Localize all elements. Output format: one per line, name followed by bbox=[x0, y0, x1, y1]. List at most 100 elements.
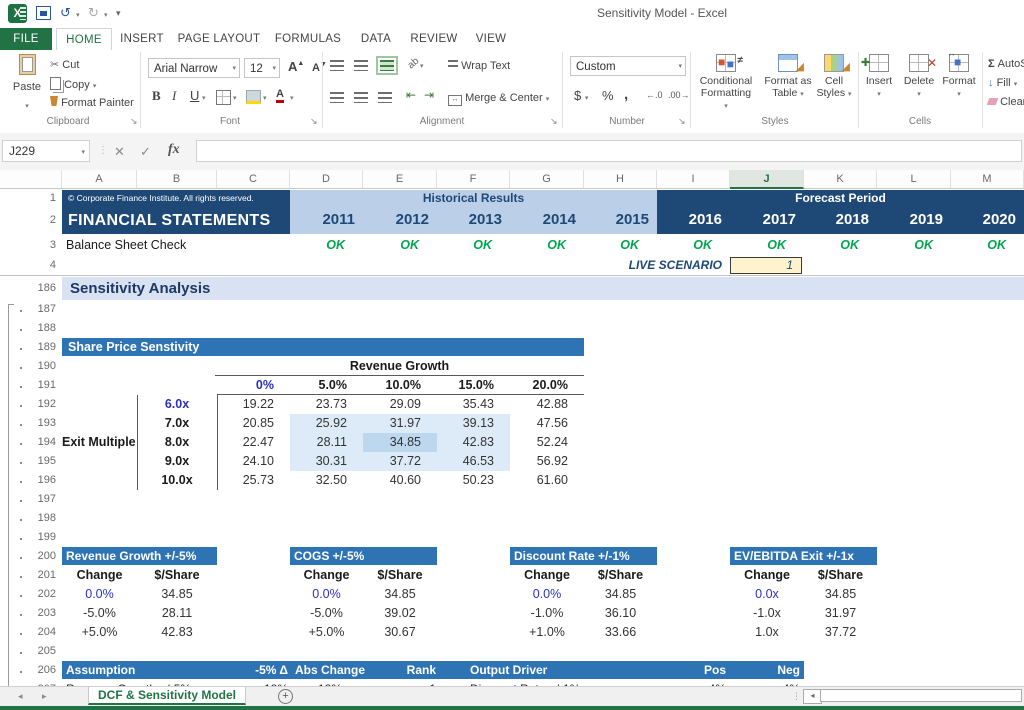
mini-cell[interactable]: 34.85 bbox=[363, 585, 437, 604]
row-header[interactable]: 187 bbox=[30, 300, 56, 319]
matrix-cell[interactable]: 42.88 bbox=[510, 395, 584, 414]
row-header[interactable]: 200 bbox=[30, 547, 56, 566]
insert-function-icon[interactable]: fx bbox=[168, 142, 180, 158]
cell-styles-button[interactable]: ◢ CellStyles ▾ bbox=[812, 54, 856, 101]
align-left-icon[interactable] bbox=[330, 92, 344, 103]
middle-align-icon[interactable] bbox=[354, 60, 368, 71]
balance-sheet-check-label[interactable]: Balance Sheet Check bbox=[66, 234, 286, 256]
column-header-i[interactable]: I bbox=[657, 170, 730, 189]
year-cell[interactable]: 2015 bbox=[584, 206, 657, 234]
row-header[interactable]: 189 bbox=[30, 338, 56, 357]
paste-button[interactable]: Paste▾ bbox=[8, 52, 46, 110]
ok-cell[interactable]: OK bbox=[657, 234, 730, 256]
clipboard-dialog-launcher-icon[interactable]: ↘ bbox=[130, 116, 138, 127]
mini-cell[interactable]: 30.67 bbox=[363, 623, 437, 642]
ok-cell[interactable]: OK bbox=[877, 234, 951, 256]
mini-cell[interactable]: -5.0% bbox=[62, 604, 137, 623]
number-dialog-launcher-icon[interactable]: ↘ bbox=[678, 116, 686, 127]
mini-cell[interactable]: 36.10 bbox=[584, 604, 657, 623]
qat-customize-icon[interactable]: ▾ bbox=[116, 8, 121, 19]
column-header-d[interactable]: D bbox=[290, 170, 363, 189]
mini-cell[interactable]: 0.0% bbox=[290, 585, 363, 604]
tab-data[interactable]: DATA bbox=[352, 28, 400, 50]
matrix-cell[interactable]: 50.23 bbox=[437, 471, 510, 490]
comma-format-icon[interactable]: , bbox=[624, 86, 628, 103]
matrix-cell-base-case[interactable]: 34.85 bbox=[363, 433, 437, 452]
italic-button[interactable]: I bbox=[172, 88, 176, 104]
mini-cell[interactable]: 34.85 bbox=[584, 585, 657, 604]
matrix-cell[interactable]: 23.73 bbox=[290, 395, 363, 414]
font-name-select[interactable]: Arial Narrow▾ bbox=[148, 58, 240, 78]
row-header[interactable]: 191 bbox=[30, 376, 56, 395]
matrix-cell[interactable]: 46.53 bbox=[437, 452, 510, 471]
year-cell[interactable]: 2018 bbox=[804, 206, 877, 234]
redo-icon[interactable]: ↻ bbox=[88, 5, 99, 21]
row-header[interactable]: 3 bbox=[30, 234, 56, 256]
mini-cell[interactable]: +5.0% bbox=[290, 623, 363, 642]
font-dialog-launcher-icon[interactable]: ↘ bbox=[310, 116, 318, 127]
decrease-indent-icon[interactable]: ⇤ bbox=[406, 88, 416, 102]
matrix-cell[interactable]: 30.31 bbox=[290, 452, 363, 471]
matrix-cell[interactable]: 52.24 bbox=[510, 433, 584, 452]
ok-cell[interactable]: OK bbox=[584, 234, 657, 256]
ok-cell[interactable]: OK bbox=[363, 234, 437, 256]
row-header-cell[interactable]: 6.0x bbox=[137, 395, 217, 414]
percent-format-icon[interactable]: % bbox=[602, 88, 614, 103]
grow-font-icon[interactable]: A▲ bbox=[288, 59, 304, 74]
year-cell[interactable]: 2013 bbox=[437, 206, 510, 234]
row-header[interactable]: 206 bbox=[30, 661, 56, 680]
matrix-cell[interactable]: 25.73 bbox=[217, 471, 290, 490]
col-header-cell[interactable]: 15.0% bbox=[437, 376, 510, 395]
mini-cell[interactable]: 0.0% bbox=[510, 585, 584, 604]
format-painter-button[interactable]: Format Painter bbox=[50, 96, 134, 109]
column-header-g[interactable]: G bbox=[510, 170, 584, 189]
row-header[interactable]: 196 bbox=[30, 471, 56, 490]
decrease-decimal-icon[interactable]: .00→ bbox=[668, 90, 690, 100]
copy-button[interactable]: Copy ▾ bbox=[50, 77, 96, 91]
alignment-dialog-launcher-icon[interactable]: ↘ bbox=[550, 116, 558, 127]
row-header-cell[interactable]: 10.0x bbox=[137, 471, 217, 490]
row-header[interactable]: 195 bbox=[30, 452, 56, 471]
column-header-k[interactable]: K bbox=[804, 170, 877, 189]
ok-cell[interactable]: OK bbox=[437, 234, 510, 256]
ok-cell[interactable]: OK bbox=[951, 234, 1024, 256]
cancel-icon[interactable]: ✕ bbox=[114, 144, 125, 160]
tab-formulas[interactable]: FORMULAS bbox=[270, 28, 346, 50]
matrix-cell[interactable]: 37.72 bbox=[363, 452, 437, 471]
row-header[interactable]: 186 bbox=[30, 277, 56, 300]
align-center-icon[interactable] bbox=[354, 92, 368, 103]
matrix-cell[interactable]: 39.13 bbox=[437, 414, 510, 433]
top-align-icon[interactable] bbox=[330, 60, 344, 71]
mini-cell[interactable]: +5.0% bbox=[62, 623, 137, 642]
fill-color-icon[interactable] bbox=[246, 90, 261, 104]
year-cell[interactable]: 2012 bbox=[363, 206, 437, 234]
year-cell[interactable]: 2019 bbox=[877, 206, 951, 234]
column-header-c[interactable]: C bbox=[217, 170, 290, 189]
underline-button[interactable]: U bbox=[190, 88, 199, 103]
sheet-tab-active[interactable]: DCF & Sensitivity Model bbox=[88, 687, 246, 705]
column-header-b[interactable]: B bbox=[137, 170, 217, 189]
mini-cell[interactable]: 1.0x bbox=[730, 623, 804, 642]
year-cell[interactable]: 2020 bbox=[951, 206, 1024, 234]
column-header-l[interactable]: L bbox=[877, 170, 951, 189]
shrink-font-icon[interactable]: A▼ bbox=[312, 61, 327, 74]
currency-format-icon[interactable]: $ ▾ bbox=[574, 88, 588, 103]
col-header-cell[interactable]: 10.0% bbox=[363, 376, 437, 395]
format-cells-button[interactable]: ■↔ Format▾ bbox=[940, 54, 978, 101]
matrix-cell[interactable]: 31.97 bbox=[363, 414, 437, 433]
insert-cells-button[interactable]: ✚ Insert▾ bbox=[862, 54, 896, 101]
matrix-cell[interactable]: 56.92 bbox=[510, 452, 584, 471]
matrix-cell[interactable]: 28.11 bbox=[290, 433, 363, 452]
row-header-cell[interactable]: 7.0x bbox=[137, 414, 217, 433]
font-color-icon[interactable]: A bbox=[276, 88, 284, 103]
mini-cell[interactable]: 33.66 bbox=[584, 623, 657, 642]
undo-caret-icon[interactable]: ▾ bbox=[76, 11, 80, 19]
column-header-h[interactable]: H bbox=[584, 170, 657, 189]
font-size-select[interactable]: 12▾ bbox=[244, 58, 280, 78]
row-header[interactable]: 201 bbox=[30, 566, 56, 585]
row-header[interactable]: 197 bbox=[30, 490, 56, 509]
year-cell[interactable]: 2017 bbox=[730, 206, 804, 234]
row-header[interactable]: 190 bbox=[30, 357, 56, 376]
ok-cell[interactable]: OK bbox=[804, 234, 877, 256]
row-header[interactable]: 2 bbox=[30, 206, 56, 234]
